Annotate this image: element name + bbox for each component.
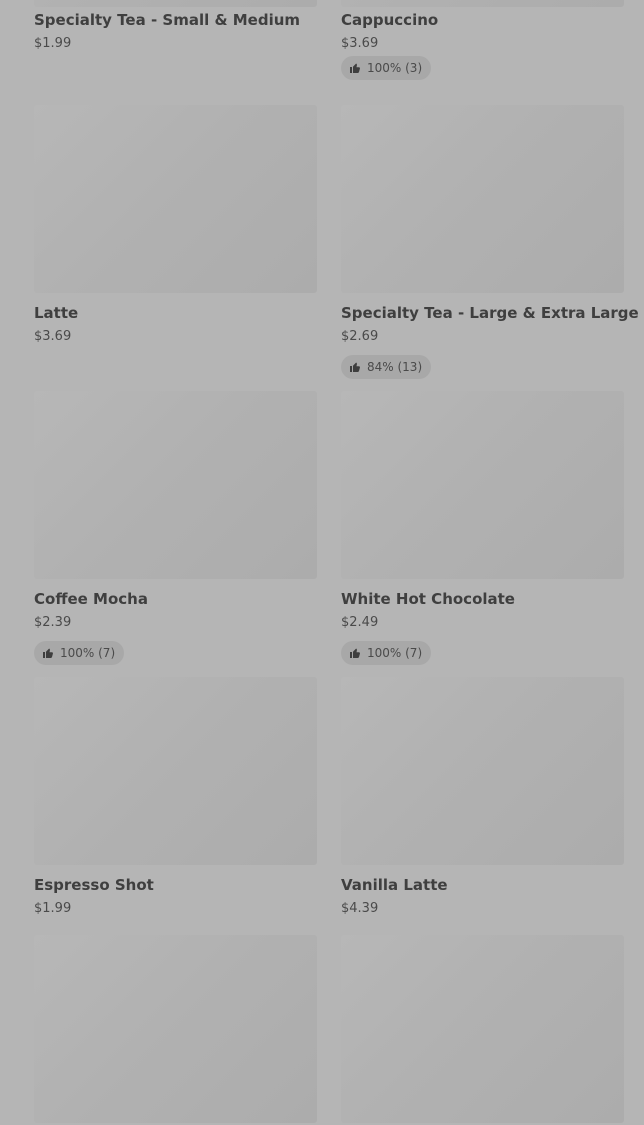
thumbs-up-icon	[350, 63, 360, 73]
item-image	[34, 391, 317, 579]
item-price: $1.99	[34, 36, 72, 51]
item-price: $2.69	[341, 329, 379, 344]
item-price: $3.69	[34, 329, 72, 344]
thumbs-up-icon	[350, 648, 360, 658]
item-price: $1.99	[34, 901, 72, 916]
item-image	[341, 935, 624, 1123]
rating-badge: 100% (3)	[341, 56, 432, 80]
thumbs-up-icon	[43, 648, 53, 658]
item-name: Espresso Shot	[34, 876, 154, 894]
item-image	[341, 391, 624, 579]
item-name: Cappuccino	[341, 11, 439, 29]
item-price: $4.39	[341, 901, 379, 916]
item-name: Latte	[34, 304, 79, 322]
rating-badge: 100% (7)	[34, 641, 125, 665]
rating-text: 100% (7)	[60, 646, 116, 660]
rating-text: 84% (13)	[367, 360, 423, 374]
rating-badge: 84% (13)	[341, 355, 432, 379]
item-image	[341, 677, 624, 865]
item-name: Specialty Tea - Large & Extra Large	[341, 304, 639, 322]
item-name: White Hot Chocolate	[341, 590, 515, 608]
item-image	[341, 105, 624, 293]
item-price: $2.39	[34, 615, 72, 630]
rating-badge: 100% (7)	[341, 641, 432, 665]
rating-text: 100% (7)	[367, 646, 423, 660]
item-price: $3.69	[341, 36, 379, 51]
item-image	[34, 105, 317, 293]
item-image	[34, 935, 317, 1123]
rating-text: 100% (3)	[367, 61, 423, 75]
thumbs-up-icon	[350, 362, 360, 372]
item-name: Vanilla Latte	[341, 876, 448, 894]
item-image	[341, 0, 624, 7]
item-image	[34, 677, 317, 865]
item-name: Coffee Mocha	[34, 590, 148, 608]
item-price: $2.49	[341, 615, 379, 630]
item-name: Specialty Tea - Small & Medium	[34, 11, 301, 29]
item-image	[34, 0, 317, 7]
